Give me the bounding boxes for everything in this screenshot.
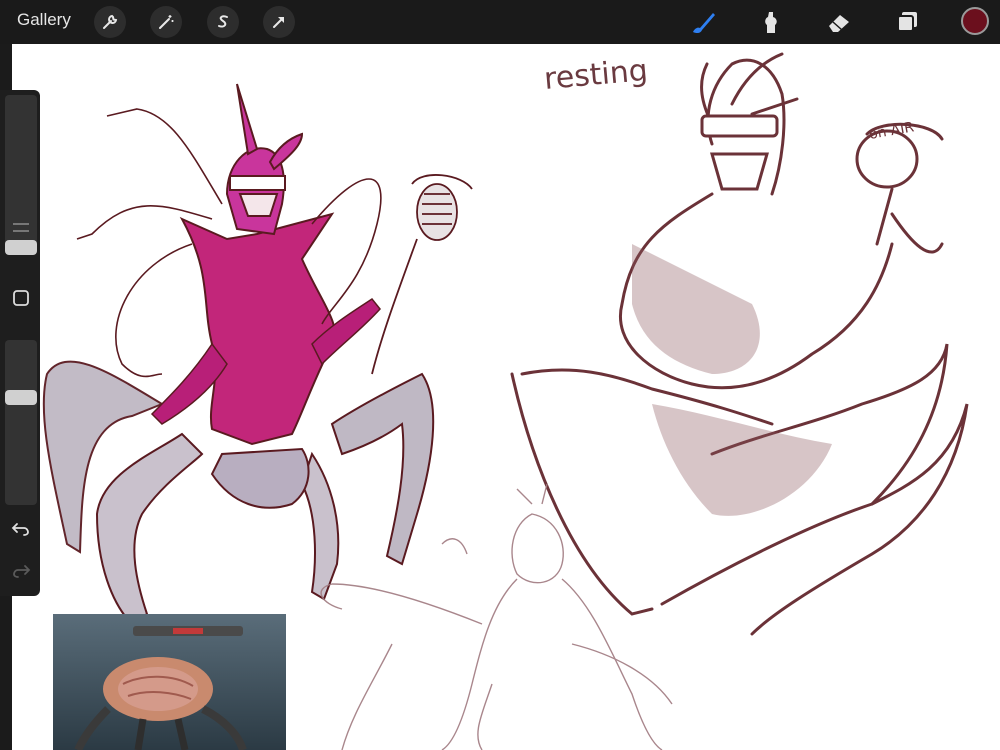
- right-sketch-shading: [632, 244, 832, 516]
- actions-button[interactable]: [94, 6, 126, 38]
- top-toolbar: Gallery: [0, 0, 1000, 44]
- adjustments-button[interactable]: [150, 6, 182, 38]
- reference-image: [53, 614, 286, 750]
- pink-creature-microphone: [371, 174, 473, 375]
- smudge-icon: [765, 12, 777, 33]
- transform-arrow-icon: [273, 17, 284, 28]
- drawing-canvas[interactable]: resting on AIR: [12, 44, 1000, 750]
- transform-button[interactable]: [263, 6, 295, 38]
- pink-creature-body: [150, 83, 381, 446]
- reference-robot-spider-image: [53, 614, 286, 750]
- brush-icon: [693, 13, 715, 34]
- redo-button[interactable]: [10, 560, 32, 582]
- wrench-icon: [103, 14, 118, 29]
- brush-button[interactable]: [688, 8, 718, 36]
- selection-icon: [218, 15, 228, 28]
- undo-button[interactable]: [10, 518, 32, 540]
- bottom-light-sketch: [320, 483, 673, 750]
- brush-size-slider[interactable]: [5, 95, 37, 255]
- smudge-button[interactable]: [756, 8, 786, 36]
- modify-square-icon: [13, 290, 29, 306]
- layers-icon: [897, 12, 917, 32]
- color-swatch[interactable]: [961, 7, 989, 35]
- eraser-icon: [829, 15, 849, 32]
- magic-wand-icon: [159, 15, 174, 29]
- undo-icon: [11, 523, 29, 536]
- gallery-button[interactable]: Gallery: [17, 10, 71, 30]
- opacity-slider[interactable]: [5, 340, 37, 505]
- opacity-handle[interactable]: [5, 390, 37, 405]
- modify-button[interactable]: [10, 287, 32, 309]
- brush-size-handle[interactable]: [5, 240, 37, 255]
- left-sidebar: [0, 90, 40, 596]
- selection-button[interactable]: [207, 6, 239, 38]
- resting-label: resting: [543, 53, 650, 97]
- layers-button[interactable]: [892, 8, 922, 36]
- redo-icon: [13, 565, 31, 578]
- eraser-button[interactable]: [824, 8, 854, 36]
